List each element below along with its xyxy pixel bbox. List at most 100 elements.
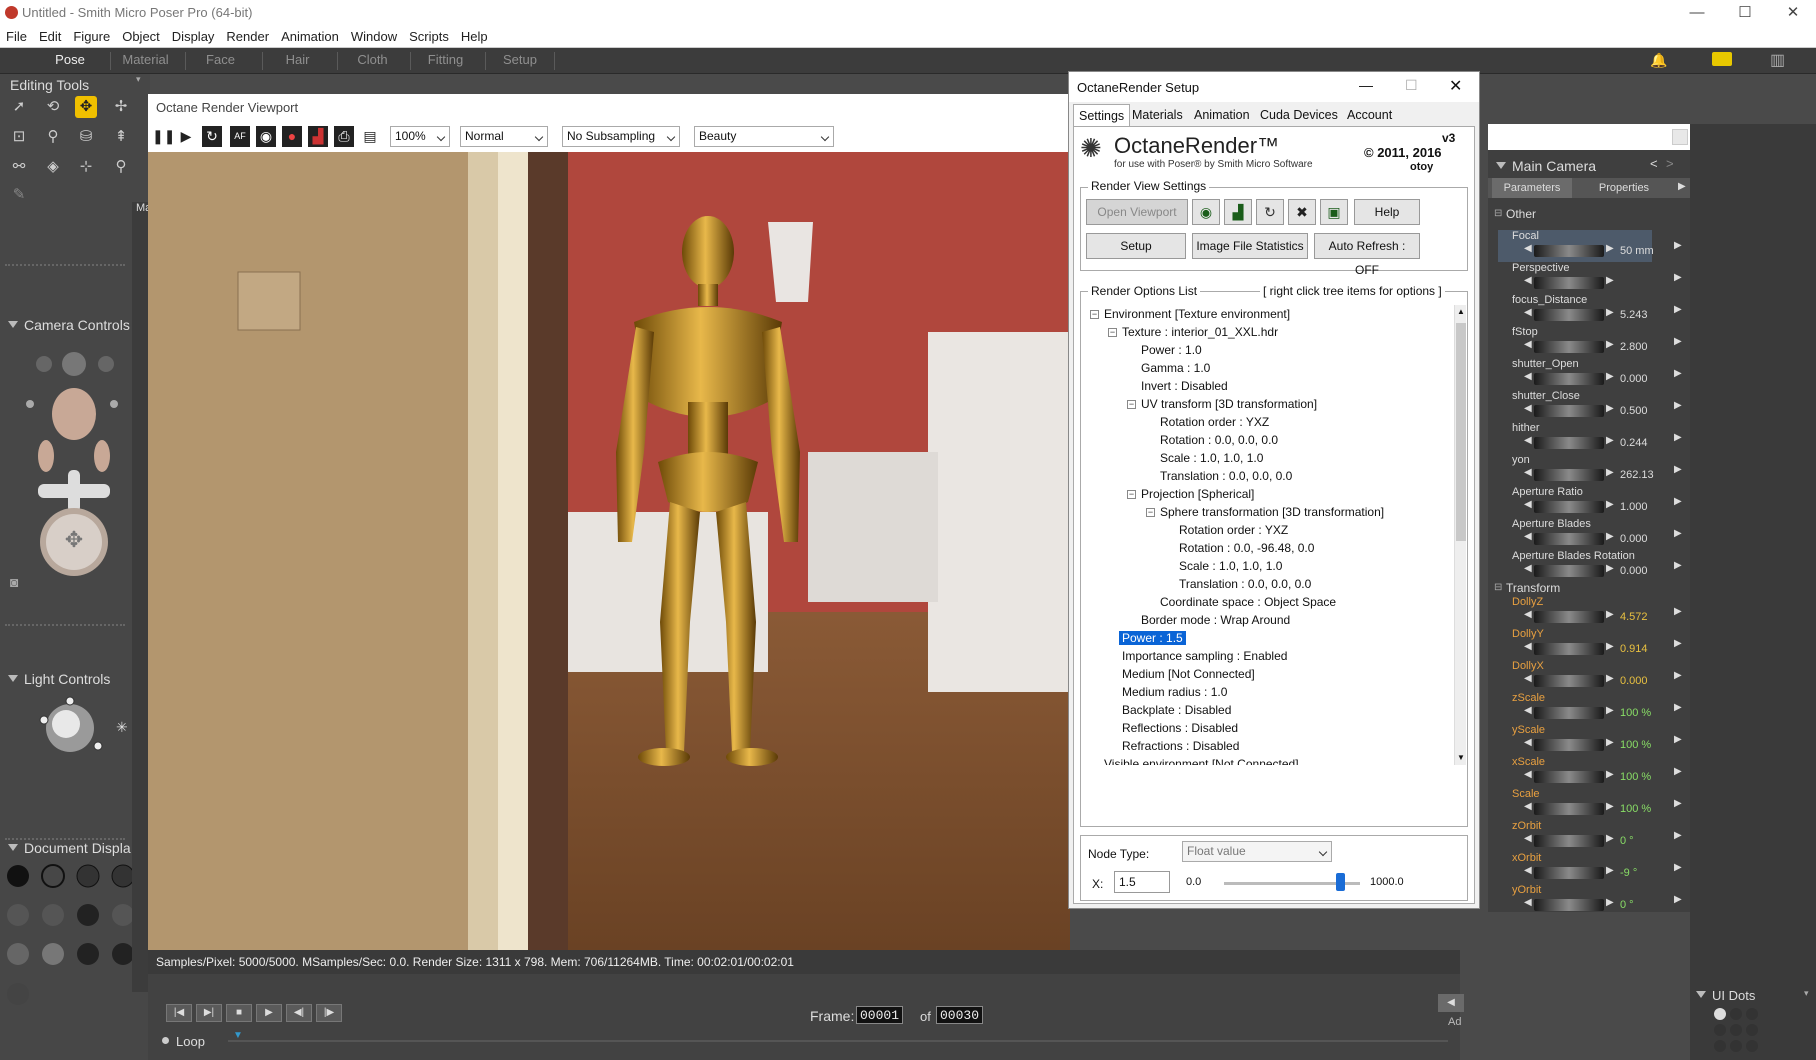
total-frames-input[interactable]: 00030 xyxy=(936,1006,984,1024)
param-dial[interactable] xyxy=(1534,309,1604,321)
first-frame-icon[interactable]: |◀ xyxy=(166,1004,192,1022)
param-value[interactable]: 0.500 xyxy=(1620,405,1648,417)
ui-dots-grid[interactable] xyxy=(1712,1006,1772,1056)
param-dial[interactable] xyxy=(1534,341,1604,353)
menu-animation[interactable]: Animation xyxy=(275,26,345,44)
tree-item-uv-transform[interactable]: UV transform [3D transformation] xyxy=(1141,397,1317,411)
timeline-playhead[interactable]: ▼ xyxy=(233,1030,243,1041)
panel-expand-icon[interactable]: ▶ xyxy=(1678,181,1686,192)
collapse-icon[interactable]: − xyxy=(1090,310,1099,319)
next-frame-icon[interactable]: |▶ xyxy=(316,1004,342,1022)
add-keyframe-icon[interactable]: ◀ xyxy=(1438,994,1464,1012)
display-icon[interactable]: ▣ xyxy=(1320,199,1348,225)
maximize-button[interactable]: ☐ xyxy=(1722,2,1768,24)
param-value[interactable]: 100 % xyxy=(1620,771,1651,783)
tree-item-visible-environment[interactable]: Visible environment [Not Connected] xyxy=(1104,757,1299,765)
menu-object[interactable]: Object xyxy=(116,26,166,44)
x-value-input[interactable]: 1.5 xyxy=(1114,871,1170,893)
param-menu-icon[interactable]: ▶ xyxy=(1674,336,1682,347)
decrement-icon[interactable]: ◀ xyxy=(1524,705,1532,716)
minimize-button[interactable]: — xyxy=(1674,2,1720,24)
decrement-icon[interactable]: ◀ xyxy=(1524,403,1532,414)
param-value[interactable]: 100 % xyxy=(1620,803,1651,815)
scale-tool-icon[interactable]: ⊡ xyxy=(8,126,30,148)
tree-item-reflections[interactable]: Reflections : Disabled xyxy=(1122,721,1238,735)
param-dial[interactable] xyxy=(1534,611,1604,623)
open-viewport-button[interactable]: Open Viewport xyxy=(1086,199,1188,225)
decrement-icon[interactable]: ◀ xyxy=(1524,641,1532,652)
menu-window[interactable]: Window xyxy=(345,26,403,44)
octane-tab-cuda-devices[interactable]: Cuda Devices xyxy=(1255,104,1343,126)
decrement-icon[interactable]: ◀ xyxy=(1524,275,1532,286)
scroll-down-icon[interactable]: ▼ xyxy=(1457,753,1465,762)
camera-icon[interactable]: ◙ xyxy=(10,574,18,590)
ui-dots-title[interactable]: UI Dots xyxy=(1696,988,1755,1003)
param-menu-icon[interactable]: ▶ xyxy=(1674,432,1682,443)
decrement-icon[interactable]: ◀ xyxy=(1524,673,1532,684)
tree-item-power[interactable]: Power : 1.0 xyxy=(1141,343,1202,357)
param-dial[interactable] xyxy=(1534,245,1604,257)
decrement-icon[interactable]: ◀ xyxy=(1524,737,1532,748)
tree-item-scale[interactable]: Scale : 1.0, 1.0, 1.0 xyxy=(1160,451,1263,465)
tree-scrollbar[interactable]: ▲ ▼ xyxy=(1454,305,1466,765)
view-magnifier-icon[interactable]: ⊹ xyxy=(75,156,97,178)
param-value[interactable]: 0.914 xyxy=(1620,643,1648,655)
panel-menu-icon[interactable]: ▾ xyxy=(136,74,141,85)
increment-icon[interactable]: ▶ xyxy=(1606,609,1614,620)
display-style-buttons[interactable] xyxy=(6,864,146,1014)
param-menu-icon[interactable]: ▶ xyxy=(1674,400,1682,411)
param-dial[interactable] xyxy=(1534,675,1604,687)
direct-manipulation-icon[interactable]: ✎ xyxy=(8,184,30,206)
param-value[interactable]: 100 % xyxy=(1620,739,1651,751)
increment-icon[interactable]: ▶ xyxy=(1606,801,1614,812)
tree-item-refractions[interactable]: Refractions : Disabled xyxy=(1122,739,1239,753)
increment-icon[interactable]: ▶ xyxy=(1606,467,1614,478)
select-tool-icon[interactable]: ➚ xyxy=(8,96,30,118)
room-tab-material[interactable]: Material xyxy=(110,52,180,70)
group-collapse-icon[interactable]: ⊟ xyxy=(1494,582,1502,593)
focus-picker-icon[interactable]: ◉ xyxy=(256,126,276,147)
room-tab-face[interactable]: Face xyxy=(185,52,255,70)
param-menu-icon[interactable]: ▶ xyxy=(1674,638,1682,649)
tree-item-sphere-transformation[interactable]: Sphere transformation [3D transformation… xyxy=(1160,505,1384,519)
main-camera-title[interactable]: Main Camera xyxy=(1496,158,1596,174)
param-dial[interactable] xyxy=(1534,373,1604,385)
param-dial[interactable] xyxy=(1534,739,1604,751)
chain-break-icon[interactable]: ⛁ xyxy=(75,126,97,148)
param-value[interactable]: 0.000 xyxy=(1620,373,1648,385)
stop-render-icon[interactable]: ✖ xyxy=(1288,199,1316,225)
decrement-icon[interactable]: ◀ xyxy=(1524,769,1532,780)
param-dial[interactable] xyxy=(1534,437,1604,449)
tree-item-rotation-order[interactable]: Rotation order : YXZ xyxy=(1160,415,1269,429)
light-sphere-widget[interactable]: ✳ xyxy=(38,696,128,756)
scroll-up-icon[interactable]: ▲ xyxy=(1457,307,1465,316)
param-value[interactable]: 0.000 xyxy=(1620,565,1648,577)
panel-menu-icon[interactable]: ▾ xyxy=(1804,988,1809,999)
param-menu-icon[interactable]: ▶ xyxy=(1674,798,1682,809)
param-menu-icon[interactable]: ▶ xyxy=(1674,528,1682,539)
loop-radio[interactable] xyxy=(162,1037,169,1044)
decrement-icon[interactable]: ◀ xyxy=(1524,865,1532,876)
tab-properties[interactable]: Properties xyxy=(1584,178,1664,198)
increment-icon[interactable]: ▶ xyxy=(1606,275,1614,286)
material-picker-icon[interactable]: ● xyxy=(282,126,302,147)
param-menu-icon[interactable]: ▶ xyxy=(1674,240,1682,251)
tree-item-power-selected[interactable]: Power : 1.5 xyxy=(1119,631,1186,645)
translate-tool-icon[interactable]: ✥ xyxy=(75,96,97,118)
tree-item-scale[interactable]: Scale : 1.0, 1.0, 1.0 xyxy=(1179,559,1282,573)
param-dial[interactable] xyxy=(1534,643,1604,655)
tab-parameters[interactable]: Parameters xyxy=(1492,178,1572,198)
setup-button[interactable]: Setup xyxy=(1086,233,1186,259)
library-icon[interactable]: ▥ xyxy=(1770,50,1785,70)
param-menu-icon[interactable]: ▶ xyxy=(1674,670,1682,681)
play-icon[interactable]: ▶ xyxy=(176,126,196,147)
octane-close-button[interactable]: ✕ xyxy=(1449,76,1462,96)
param-menu-icon[interactable]: ▶ xyxy=(1674,606,1682,617)
menu-render[interactable]: Render xyxy=(220,26,275,44)
tree-item-rotation-order[interactable]: Rotation order : YXZ xyxy=(1179,523,1288,537)
octane-maximize-button[interactable]: ☐ xyxy=(1405,77,1418,94)
save-image-icon[interactable]: ⎙ xyxy=(334,126,354,147)
increment-icon[interactable]: ▶ xyxy=(1606,673,1614,684)
increment-icon[interactable]: ▶ xyxy=(1606,705,1614,716)
param-value[interactable]: 100 % xyxy=(1620,707,1651,719)
